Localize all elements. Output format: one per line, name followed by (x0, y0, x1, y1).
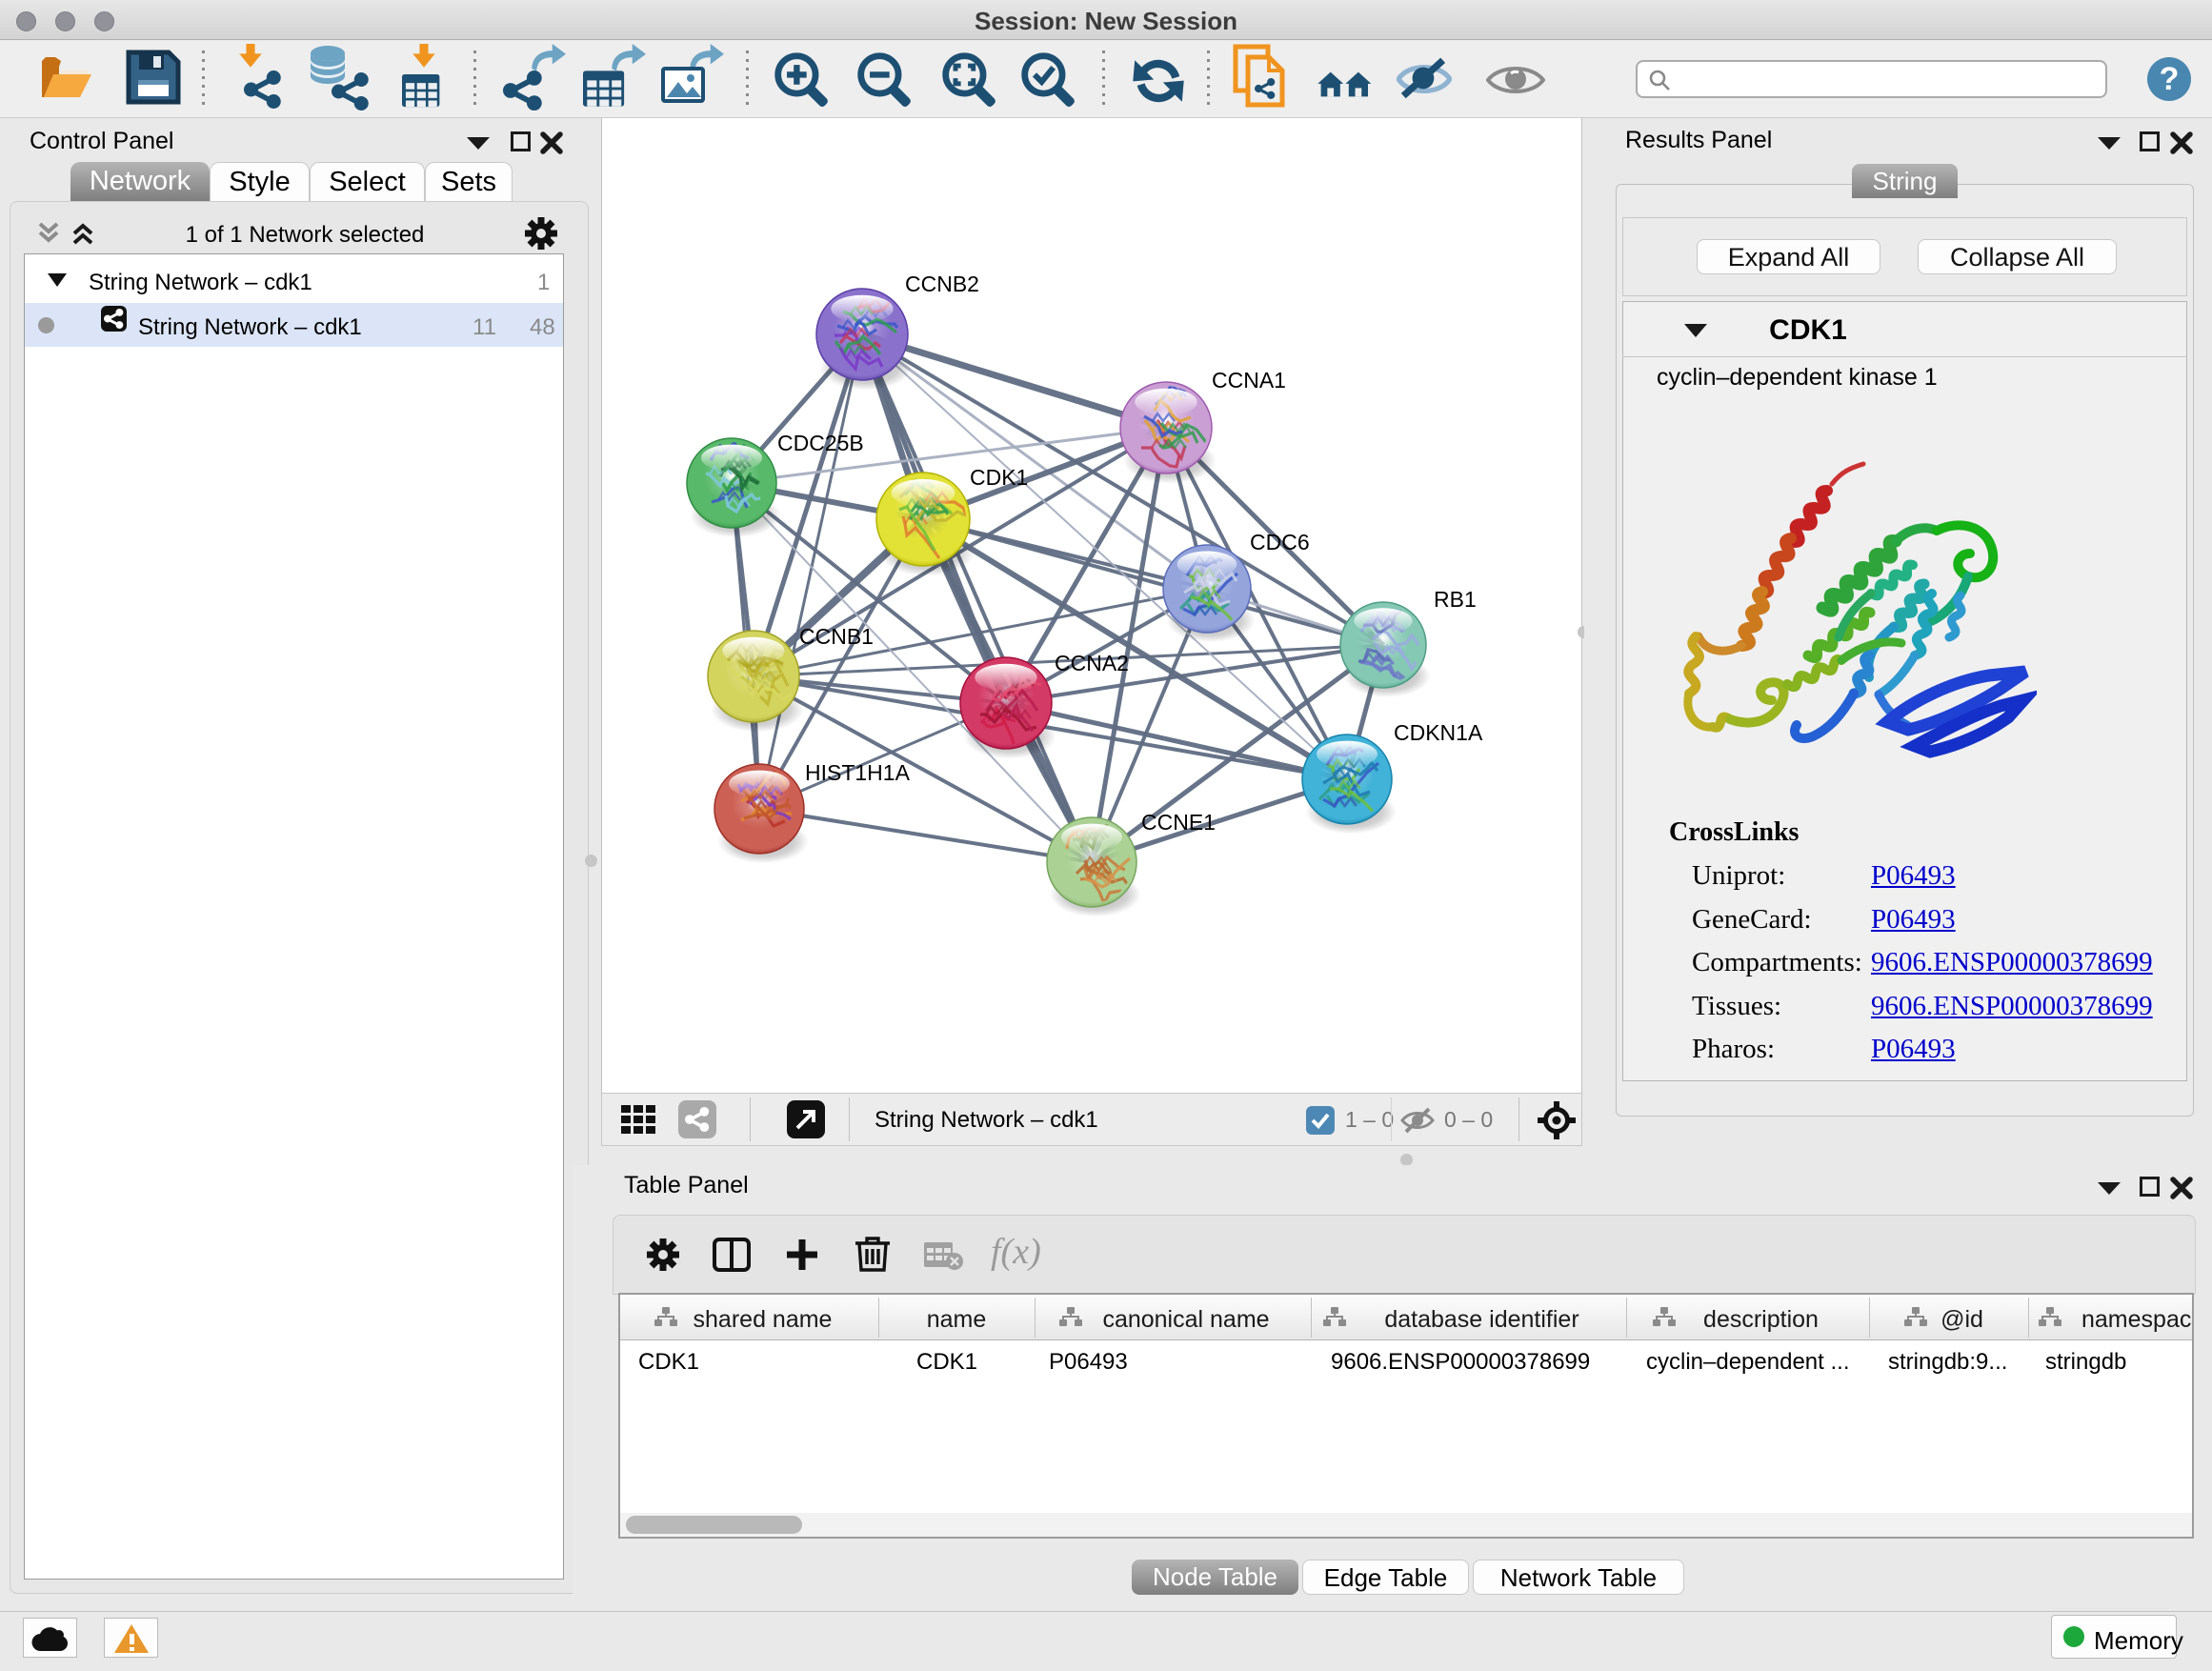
svg-text:RB1: RB1 (1434, 587, 1477, 612)
svg-text:CDC25B: CDC25B (777, 431, 864, 455)
svg-text:CCNE1: CCNE1 (1141, 810, 1216, 835)
svg-text:CDK1: CDK1 (970, 465, 1028, 490)
svg-text:CDKN1A: CDKN1A (1394, 720, 1483, 745)
svg-text:CCNA2: CCNA2 (1055, 651, 1129, 675)
svg-text:CCNB1: CCNB1 (799, 624, 874, 649)
svg-text:HIST1H1A: HIST1H1A (805, 760, 911, 785)
svg-text:CDC6: CDC6 (1250, 530, 1310, 554)
svg-text:CCNA1: CCNA1 (1212, 368, 1286, 393)
svg-text:CCNB2: CCNB2 (905, 272, 979, 296)
